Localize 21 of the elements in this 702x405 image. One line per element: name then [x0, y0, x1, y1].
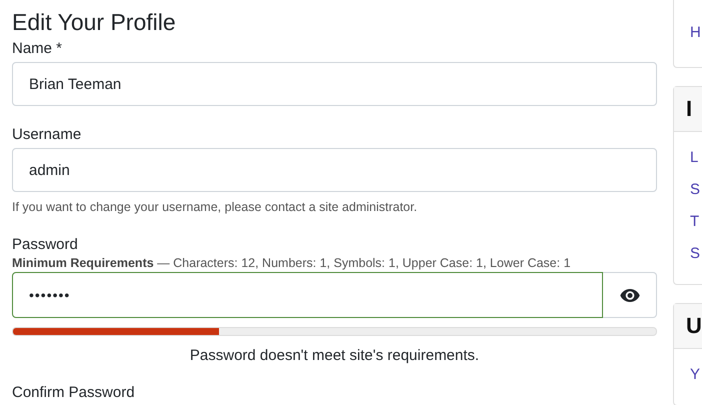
sidebar-link[interactable]: S [690, 181, 700, 198]
sidebar-link[interactable]: S [690, 245, 700, 262]
strength-message: Password doesn't meet site's requirements. [190, 347, 480, 364]
sidebar-link[interactable]: T [690, 213, 700, 230]
sidebar-link[interactable]: H [690, 24, 701, 41]
sidebar-link[interactable]: L [690, 149, 698, 166]
card-heading: I [686, 96, 692, 121]
text-field[interactable]: admin [12, 148, 657, 192]
text-field[interactable]: Brian Teeman [12, 62, 657, 106]
requirements-text: Minimum Requirements — Characters: 12, Numbers: 1, Symbols: 1, Upper Case: 1, Lower Case: 1 [12, 256, 572, 270]
field-label: Username [12, 126, 82, 144]
field-label: Password [12, 236, 78, 254]
page-title: Edit Your Profile [12, 8, 177, 36]
password-field[interactable]: ••••••• [12, 272, 603, 318]
eye-icon [620, 288, 640, 302]
help-text: If you want to change your username, please contact a site administrator. [12, 200, 418, 214]
field-label: Confirm Password [12, 384, 135, 402]
field-label: Name * [12, 40, 62, 58]
card-heading: U [686, 313, 702, 338]
sidebar-link[interactable]: Y [690, 366, 700, 383]
show-password-button[interactable] [603, 272, 657, 318]
